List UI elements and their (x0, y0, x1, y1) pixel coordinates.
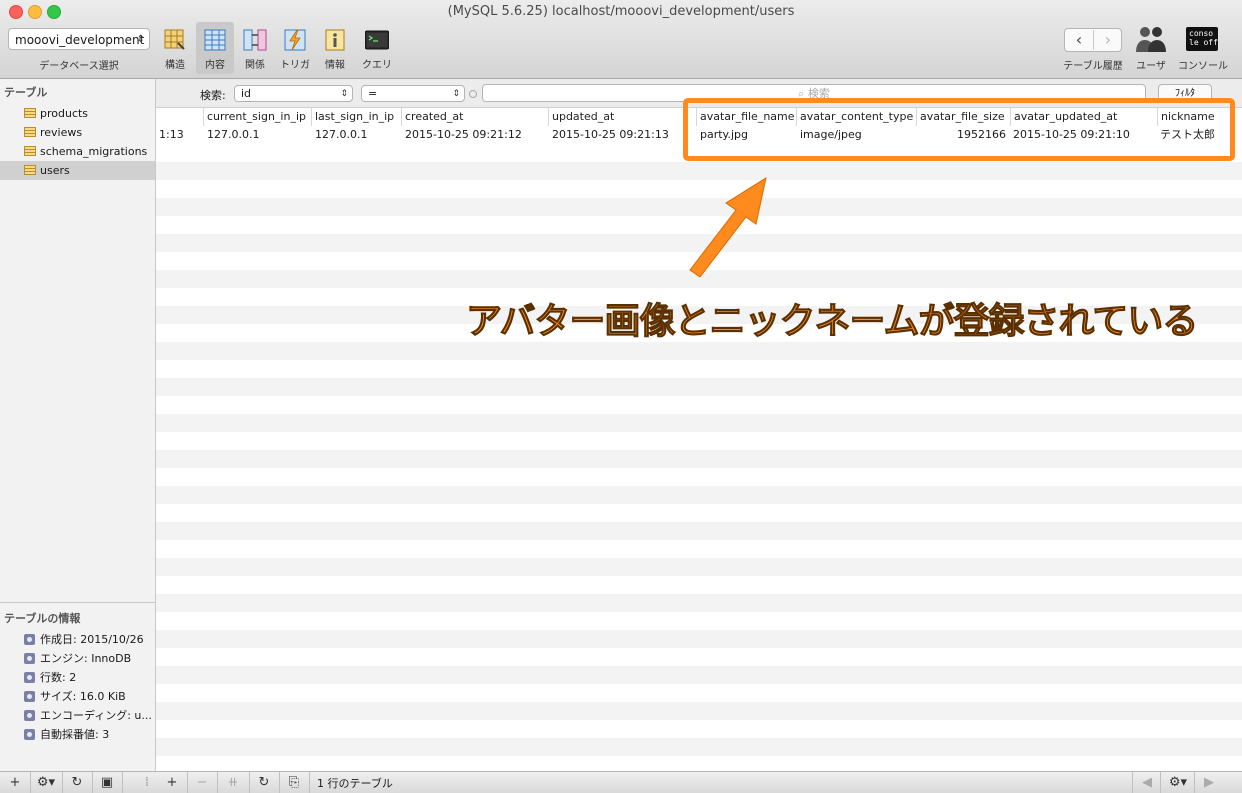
bottom-toolbar: + ⚙▾ ↻ ▣ ⁞ + − ⧺ ↻ ⎘ 1 行のテーブル ◀ ⚙▾ ▶ (0, 771, 1242, 793)
sidebar-item-products[interactable]: products (0, 104, 155, 123)
clear-filter-icon[interactable] (469, 90, 477, 98)
sidebar-item-label: products (40, 107, 89, 120)
relations-label: 関係 (245, 60, 265, 71)
stepper-arrows-icon: ⇕ (452, 89, 460, 99)
remove-row-button[interactable]: − (187, 772, 218, 793)
table-info-heading: テーブルの情報 (4, 612, 81, 625)
table-cell[interactable]: 2015-10-25 09:21:13 (548, 126, 696, 144)
info-rows: 行数: 2 (0, 668, 155, 687)
refresh-tables-icon[interactable]: ↻ (62, 772, 93, 793)
back-button[interactable]: ‹ (1065, 30, 1094, 50)
history-label: テーブル履歴 (1063, 61, 1123, 72)
add-table-button[interactable]: + (0, 772, 31, 793)
table-icon (24, 108, 36, 118)
window-title: (MySQL 5.6.25) localhost/mooovi_developm… (447, 4, 795, 19)
refresh-rows-icon[interactable]: ↻ (249, 772, 280, 793)
filter-field-select[interactable]: id ⇕ (234, 85, 353, 102)
info-icon (325, 29, 345, 51)
structure-button[interactable]: 構造 (156, 22, 194, 74)
column-header[interactable]: current_sign_in_ip (203, 108, 311, 126)
info-bullet-icon (24, 672, 35, 683)
duplicate-row-icon[interactable]: ⧺ (217, 772, 250, 793)
info-auto-increment: 自動採番値: 3 (0, 725, 155, 744)
info-button[interactable]: 情報 (316, 22, 354, 74)
triggers-label: トリガ (280, 60, 310, 71)
status-text: 1 行のテーブル (317, 777, 393, 790)
table-cell[interactable]: 127.0.0.1 (203, 126, 311, 144)
column-header[interactable]: created_at (401, 108, 548, 126)
filter-label: 検索: (200, 89, 226, 102)
window-titlebar: (MySQL 5.6.25) localhost/mooovi_developm… (0, 0, 1242, 79)
info-created: 作成日: 2015/10/26 (0, 630, 155, 649)
database-select[interactable]: mooovi_development ⇕ (8, 28, 150, 50)
users-button[interactable] (1134, 24, 1168, 54)
users-label: ユーザ (1136, 61, 1166, 72)
sidebar-item-schema-migrations[interactable]: schema_migrations (0, 142, 155, 161)
sidebar-item-users[interactable]: users (0, 161, 155, 180)
info-size: サイズ: 16.0 KiB (0, 687, 155, 706)
query-label: クエリ (362, 60, 392, 71)
column-header[interactable]: updated_at (548, 108, 696, 126)
content-button[interactable]: 内容 (196, 22, 234, 74)
relations-button[interactable]: 関係 (236, 22, 274, 74)
query-icon (365, 30, 389, 50)
structure-icon (164, 29, 185, 50)
sidebar-item-label: reviews (40, 126, 83, 139)
history-nav: ‹ › (1064, 28, 1122, 52)
console-label: コンソール (1178, 61, 1228, 72)
info-bullet-icon (24, 710, 35, 721)
tables-heading: テーブル (4, 86, 48, 99)
filter-field-value: id (241, 87, 252, 100)
table-icon (24, 165, 36, 175)
relations-icon (243, 29, 267, 51)
info-encoding: エンコーディング: u... (0, 706, 155, 725)
info-bullet-icon (24, 634, 35, 645)
column-header[interactable] (156, 108, 203, 126)
info-bullet-icon (24, 729, 35, 740)
query-button[interactable]: クエリ (358, 22, 396, 74)
filter-toggle-icon[interactable]: ▣ (92, 772, 123, 793)
triggers-button[interactable]: トリガ (276, 22, 314, 74)
annotation-highlight-box (683, 98, 1235, 161)
content-label: 内容 (205, 60, 225, 71)
content-icon (204, 29, 226, 51)
console-icon: conso le off (1189, 29, 1218, 47)
add-row-button[interactable]: + (157, 772, 188, 793)
database-select-label: データベース選択 (39, 61, 119, 72)
previous-page-button[interactable]: ◀ (1132, 772, 1161, 793)
table-cell[interactable]: 1:13 (156, 126, 203, 144)
info-engine: エンジン: InnoDB (0, 649, 155, 668)
pagination-gear-icon[interactable]: ⚙▾ (1160, 772, 1195, 793)
sidebar-item-label: schema_migrations (40, 145, 148, 158)
annotation-text: アバター画像とニックネームが登録されている (465, 301, 1198, 343)
users-icon (1136, 27, 1166, 52)
gear-icon[interactable]: ⚙▾ (30, 772, 63, 793)
export-icon[interactable]: ⎘ (279, 772, 310, 793)
table-cell[interactable]: 2015-10-25 09:21:12 (401, 126, 548, 144)
filter-operator-value: = (368, 87, 378, 100)
stepper-arrows-icon: ⇕ (340, 89, 348, 99)
sidebar-item-reviews[interactable]: reviews (0, 123, 155, 142)
next-page-button[interactable]: ▶ (1194, 772, 1223, 793)
info-label: 情報 (325, 60, 345, 71)
forward-button[interactable]: › (1094, 30, 1122, 50)
sidebar-item-label: users (40, 164, 70, 177)
sidebar: テーブル products reviews schema_migrations … (0, 79, 156, 771)
table-icon (24, 127, 36, 137)
stepper-arrows-icon: ⇕ (136, 34, 145, 45)
structure-label: 構造 (165, 60, 185, 71)
table-cell[interactable]: 127.0.0.1 (311, 126, 401, 144)
console-button[interactable]: conso le off (1186, 27, 1218, 51)
sidebar-divider[interactable] (0, 602, 155, 603)
column-header[interactable]: last_sign_in_ip (311, 108, 401, 126)
resize-handle-icon[interactable]: ⁞ (138, 772, 156, 793)
database-select-value: mooovi_development (15, 33, 145, 47)
triggers-icon (284, 29, 306, 51)
annotation-arrow-icon (689, 176, 767, 278)
info-bullet-icon (24, 691, 35, 702)
filter-operator-select[interactable]: = ⇕ (361, 85, 465, 102)
table-icon (24, 146, 36, 156)
info-bullet-icon (24, 653, 35, 664)
